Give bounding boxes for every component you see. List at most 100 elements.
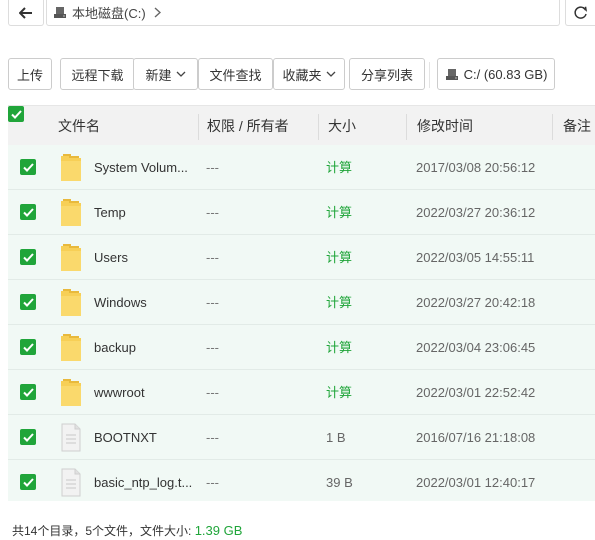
- file-name[interactable]: Users: [94, 235, 200, 280]
- row-checkbox[interactable]: [20, 204, 36, 220]
- table-row[interactable]: System Volum... --- 计算 2017/03/08 20:56:12: [8, 145, 595, 190]
- calculate-size-link[interactable]: 计算: [326, 190, 352, 235]
- column-divider: [198, 114, 199, 140]
- file-mtime: 2022/03/27 20:36:12: [416, 205, 536, 220]
- checkmark-icon: [22, 297, 34, 307]
- file-mtime: 2022/03/04 23:06:45: [416, 340, 536, 355]
- back-button[interactable]: [8, 0, 44, 26]
- file-name[interactable]: BOOTNXT: [94, 415, 200, 460]
- file-mtime: 2016/07/16 21:18:08: [416, 430, 536, 445]
- column-divider: [552, 114, 553, 140]
- refresh-icon: [573, 5, 587, 19]
- column-divider: [406, 114, 407, 140]
- column-header-mtime[interactable]: 修改时间: [417, 106, 473, 146]
- file-permission: ---: [206, 250, 219, 265]
- checkmark-icon: [22, 342, 34, 352]
- table-row[interactable]: Users --- 计算 2022/03/05 14:55:11: [8, 235, 595, 280]
- column-header-name[interactable]: 文件名: [58, 106, 100, 146]
- folder-icon: [60, 333, 82, 362]
- table-row[interactable]: backup --- 计算 2022/03/04 23:06:45: [8, 325, 595, 370]
- disk-button[interactable]: C:/ (60.83 GB): [437, 58, 555, 90]
- calculate-size-link[interactable]: 计算: [326, 370, 352, 415]
- column-header-note[interactable]: 备注: [563, 106, 591, 146]
- status-summary: 共14个目录，5个文件，文件大小: 1.39 GB: [12, 522, 242, 539]
- upload-button[interactable]: 上传: [8, 58, 52, 90]
- file-mtime: 2022/03/01 22:52:42: [416, 385, 536, 400]
- chevron-right-icon: [154, 7, 161, 18]
- file-mtime: 2022/03/05 14:55:11: [416, 250, 535, 265]
- file-icon: [60, 468, 82, 497]
- file-name[interactable]: backup: [94, 325, 200, 370]
- folder-icon: [60, 198, 82, 227]
- breadcrumb-drive[interactable]: 本地磁盘(C:): [72, 3, 146, 22]
- file-name[interactable]: Windows: [94, 280, 200, 325]
- file-size: 1 B: [326, 430, 346, 445]
- remote-download-button[interactable]: 远程下载: [60, 58, 135, 90]
- table-row[interactable]: basic_ntp_log.t... --- 39 B 2022/03/01 12:4…: [8, 460, 595, 501]
- refresh-button[interactable]: [565, 0, 595, 26]
- table-row[interactable]: Windows --- 计算 2022/03/27 20:42:18: [8, 280, 595, 325]
- file-permission: ---: [206, 475, 219, 490]
- table-header: 文件名 权限 / 所有者 大小 修改时间 备注: [8, 105, 595, 147]
- hard-drive-icon: [445, 68, 458, 80]
- column-header-size[interactable]: 大小: [328, 106, 356, 146]
- new-label: 新建: [145, 67, 172, 83]
- file-permission: ---: [206, 205, 219, 220]
- file-name[interactable]: Temp: [94, 190, 200, 235]
- calculate-size-link[interactable]: 计算: [326, 235, 352, 280]
- back-arrow-icon: [19, 6, 32, 19]
- file-permission: ---: [206, 385, 219, 400]
- file-name[interactable]: wwwroot: [94, 370, 200, 415]
- file-permission: ---: [206, 160, 219, 175]
- chevron-down-icon: [176, 71, 186, 77]
- folder-icon: [60, 288, 82, 317]
- favorites-dropdown-button[interactable]: 收藏夹: [273, 58, 345, 90]
- file-search-button[interactable]: 文件查找: [198, 58, 273, 90]
- file-permission: ---: [206, 295, 219, 310]
- address-bar: 本地磁盘(C:): [0, 0, 595, 26]
- toolbar: 上传 远程下载 新建 文件查找 收藏夹 分享列表 C:/ (60.83 GB): [8, 58, 595, 90]
- checkmark-icon: [22, 162, 34, 172]
- folder-icon: [60, 378, 82, 407]
- file-table: 文件名 权限 / 所有者 大小 修改时间 备注 System Volum... -…: [8, 105, 595, 501]
- select-all-checkbox[interactable]: [8, 106, 24, 122]
- toolbar-divider: [429, 62, 430, 88]
- chevron-down-icon: [326, 71, 336, 77]
- file-size: 39 B: [326, 475, 353, 490]
- file-permission: ---: [206, 430, 219, 445]
- checkmark-icon: [22, 387, 34, 397]
- row-checkbox[interactable]: [20, 429, 36, 445]
- file-rows: System Volum... --- 计算 2017/03/08 20:56:12 T…: [8, 145, 595, 501]
- checkmark-icon: [10, 109, 22, 119]
- share-list-button[interactable]: 分享列表: [349, 58, 425, 90]
- checkmark-icon: [22, 252, 34, 262]
- file-permission: ---: [206, 340, 219, 355]
- row-checkbox[interactable]: [20, 339, 36, 355]
- file-mtime: 2017/03/08 20:56:12: [416, 160, 536, 175]
- table-row[interactable]: wwwroot --- 计算 2022/03/01 22:52:42: [8, 370, 595, 415]
- folder-icon: [60, 243, 82, 272]
- column-header-perm[interactable]: 权限 / 所有者: [207, 106, 289, 146]
- file-mtime: 2022/03/01 12:40:17: [416, 475, 536, 490]
- disk-label: C:/ (60.83 GB): [463, 66, 548, 82]
- row-checkbox[interactable]: [20, 474, 36, 490]
- row-checkbox[interactable]: [20, 294, 36, 310]
- column-divider: [318, 114, 319, 140]
- row-checkbox[interactable]: [20, 159, 36, 175]
- summary-text: 共14个目录，5个文件，文件大小:: [12, 524, 192, 538]
- checkmark-icon: [22, 477, 34, 487]
- table-row[interactable]: Temp --- 计算 2022/03/27 20:36:12: [8, 190, 595, 235]
- table-row[interactable]: BOOTNXT --- 1 B 2016/07/16 21:18:08: [8, 415, 595, 460]
- path-input[interactable]: 本地磁盘(C:): [46, 0, 560, 26]
- calculate-size-link[interactable]: 计算: [326, 145, 352, 190]
- hard-drive-icon: [54, 7, 66, 18]
- file-name[interactable]: basic_ntp_log.t...: [94, 460, 200, 501]
- row-checkbox[interactable]: [20, 384, 36, 400]
- checkmark-icon: [22, 207, 34, 217]
- file-name[interactable]: System Volum...: [94, 145, 200, 190]
- row-checkbox[interactable]: [20, 249, 36, 265]
- calculate-size-link[interactable]: 计算: [326, 280, 352, 325]
- new-dropdown-button[interactable]: 新建: [133, 58, 198, 90]
- calculate-size-link[interactable]: 计算: [326, 325, 352, 370]
- checkmark-icon: [22, 432, 34, 442]
